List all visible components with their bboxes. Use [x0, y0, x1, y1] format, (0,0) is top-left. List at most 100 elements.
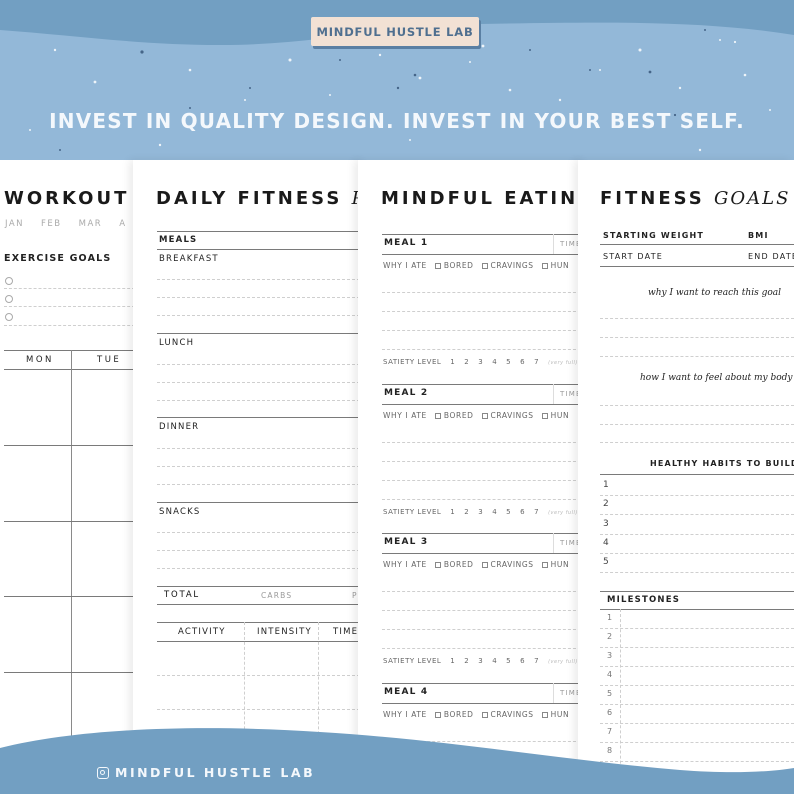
satiety-option[interactable]: 4 [492, 657, 497, 665]
satiety-option[interactable]: 7 [534, 358, 539, 366]
option-label: BORED [443, 710, 474, 719]
checkbox[interactable] [541, 412, 548, 419]
divider [600, 591, 794, 592]
option-label: BORED [443, 261, 474, 270]
month-jan[interactable]: JAN [5, 219, 24, 229]
footer-handle-text: MINDFUL HUSTLE LAB [115, 765, 316, 780]
title-bold: DAILY FITNESS [156, 188, 343, 209]
satiety-option[interactable]: 3 [478, 657, 483, 665]
mindful-eating-page: MINDFUL EATING JO MEAL 1 TIME WHY I ATE … [358, 160, 586, 794]
why-label: WHY I ATE [383, 411, 427, 420]
why-i-ate-row: WHY I ATE BORED CRAVINGS HUN [383, 411, 569, 420]
option-hungry[interactable]: HUN [541, 261, 570, 270]
checkbox[interactable] [434, 561, 441, 568]
option-bored[interactable]: BORED [434, 710, 474, 719]
option-cravings[interactable]: CRAVINGS [481, 560, 534, 569]
satiety-option[interactable]: 2 [464, 358, 469, 366]
option-cravings[interactable]: CRAVINGS [481, 411, 534, 420]
checkbox[interactable] [541, 561, 548, 568]
divider [382, 553, 586, 554]
satiety-option[interactable]: 2 [464, 508, 469, 516]
divider [4, 306, 140, 307]
habits-header: HEALTHY HABITS TO BUILD [650, 459, 794, 468]
habit-line[interactable] [600, 533, 794, 535]
checkbox[interactable] [481, 561, 488, 568]
column-divider [553, 683, 554, 703]
meal-title: MEAL 3 [384, 537, 429, 547]
divider [4, 288, 140, 289]
checkbox[interactable] [541, 262, 548, 269]
month-apr[interactable]: A [119, 219, 126, 229]
habit-line[interactable] [600, 514, 794, 516]
milestone-number: 2 [607, 632, 613, 641]
option-bored[interactable]: BORED [434, 560, 474, 569]
satiety-option[interactable]: 4 [492, 508, 497, 516]
writing-line [600, 405, 794, 406]
instagram-icon [97, 766, 109, 779]
option-cravings[interactable]: CRAVINGS [481, 261, 534, 270]
satiety-option[interactable]: 2 [464, 657, 469, 665]
writing-line [382, 629, 586, 630]
meal-lunch: LUNCH [159, 338, 195, 348]
option-bored[interactable]: BORED [434, 261, 474, 270]
checkbox[interactable] [434, 262, 441, 269]
title-bold: MINDFUL EATING [381, 188, 586, 209]
satiety-option[interactable]: 5 [506, 358, 511, 366]
checkbox[interactable] [434, 711, 441, 718]
satiety-note: (very full) [548, 510, 578, 516]
satiety-option[interactable]: 6 [520, 508, 525, 516]
goal-checkbox[interactable] [5, 295, 13, 303]
option-hungry[interactable]: HUN [541, 710, 570, 719]
checkbox[interactable] [541, 711, 548, 718]
habit-line[interactable] [600, 552, 794, 554]
option-hungry[interactable]: HUN [541, 411, 570, 420]
satiety-option[interactable]: 7 [534, 657, 539, 665]
milestone-line[interactable] [600, 666, 794, 667]
habit-line[interactable] [600, 495, 794, 496]
satiety-option[interactable]: 5 [506, 508, 511, 516]
milestone-line[interactable] [600, 647, 794, 648]
option-cravings[interactable]: CRAVINGS [481, 710, 534, 719]
checkbox[interactable] [481, 412, 488, 419]
checkbox[interactable] [481, 711, 488, 718]
footer-handle[interactable]: MINDFUL HUSTLE LAB [97, 765, 315, 780]
milestone-number: 4 [607, 670, 613, 679]
option-bored[interactable]: BORED [434, 411, 474, 420]
writing-line [382, 499, 586, 500]
satiety-option[interactable]: 4 [492, 358, 497, 366]
divider [4, 672, 140, 673]
why-i-ate-row: WHY I ATE BORED CRAVINGS HUN [383, 710, 569, 719]
divider [382, 384, 586, 385]
satiety-row: SATIETY LEVEL 1 2 3 4 5 6 7 (very full) [383, 508, 578, 516]
writing-line [382, 480, 586, 481]
satiety-option[interactable]: 6 [520, 358, 525, 366]
milestone-line[interactable] [600, 704, 794, 705]
checkbox[interactable] [481, 262, 488, 269]
satiety-option[interactable]: 1 [450, 358, 455, 366]
month-mar[interactable]: MAR [79, 219, 103, 229]
month-feb[interactable]: FEB [41, 219, 62, 229]
satiety-option[interactable]: 6 [520, 657, 525, 665]
milestone-line[interactable] [600, 685, 794, 686]
checkbox[interactable] [434, 412, 441, 419]
satiety-option[interactable]: 5 [506, 657, 511, 665]
habit-line[interactable] [600, 572, 794, 574]
satiety-option[interactable]: 1 [450, 657, 455, 665]
option-hungry[interactable]: HUN [541, 560, 570, 569]
option-label: HUN [550, 261, 570, 270]
satiety-option[interactable]: 7 [534, 508, 539, 516]
writing-line [382, 648, 586, 649]
footer-wave [0, 728, 794, 794]
satiety-option[interactable]: 1 [450, 508, 455, 516]
goal-checkbox[interactable] [5, 313, 13, 321]
divider [157, 604, 365, 605]
habit-number: 3 [603, 518, 609, 529]
writing-line [600, 318, 794, 319]
satiety-option[interactable]: 3 [478, 358, 483, 366]
milestone-line[interactable] [600, 628, 794, 629]
goal-checkbox[interactable] [5, 277, 13, 285]
satiety-option[interactable]: 3 [478, 508, 483, 516]
month-selector: JAN FEB MAR A [5, 219, 127, 229]
milestones-header: MILESTONES [607, 595, 681, 605]
milestone-number: 6 [607, 708, 613, 717]
